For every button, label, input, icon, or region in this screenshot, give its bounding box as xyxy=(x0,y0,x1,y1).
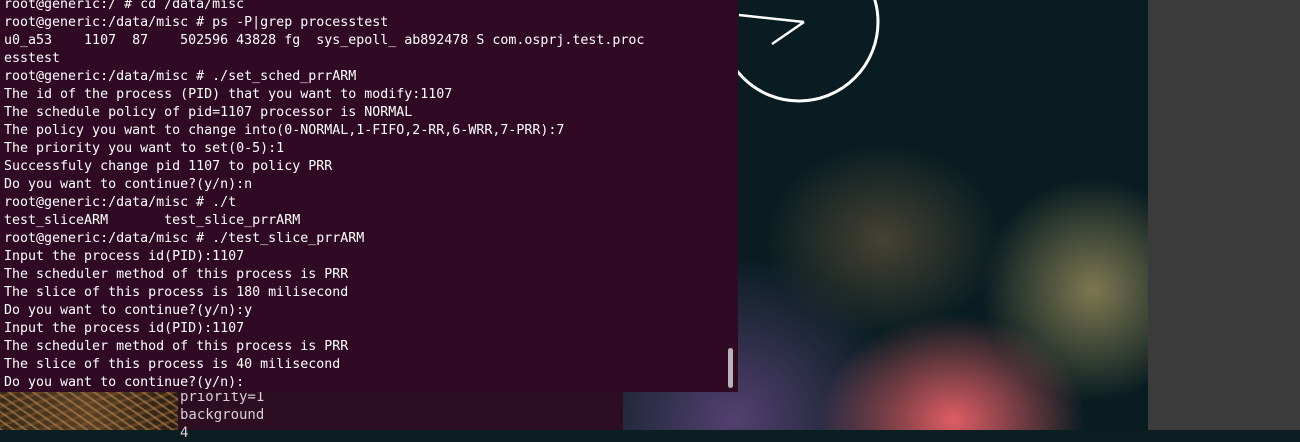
side-panel xyxy=(1148,0,1300,430)
background-terminal-window[interactable]: priority=1 background 4 xyxy=(0,389,623,441)
terminal-line: u0_a53 1107 87 502596 43828 fg sys_epoll… xyxy=(4,33,645,48)
terminal-line: test_sliceARM test_slice_prrARM xyxy=(4,213,301,228)
background-line: background xyxy=(180,407,265,423)
terminal-line: esstest xyxy=(4,51,61,66)
terminal-line: Do you want to continue?(y/n):y xyxy=(4,303,253,318)
terminal-line: Successfuly change pid 1107 to policy PR… xyxy=(4,159,333,174)
terminal-line: root@generic:/ # cd /data/misc xyxy=(4,0,245,12)
terminal-line: root@generic:/data/misc # ./set_sched_pr… xyxy=(4,69,357,84)
terminal-line: The slice of this process is 40 miliseco… xyxy=(4,357,341,372)
terminal-line: Input the process id(PID):1107 xyxy=(4,249,245,264)
terminal-scrollbar[interactable] xyxy=(724,0,738,392)
terminal-line: root@generic:/data/misc # ps -P|grep pro… xyxy=(4,15,389,30)
terminal-line: The slice of this process is 180 milisec… xyxy=(4,285,349,300)
terminal-line: The id of the process (PID) that you wan… xyxy=(4,87,453,102)
terminal-line: Do you want to continue?(y/n):n xyxy=(4,177,253,192)
scrollbar-thumb[interactable] xyxy=(728,348,733,388)
background-line: 4 xyxy=(180,425,189,441)
terminal-window[interactable]: root@generic:/ # cd /data/misc root@gener… xyxy=(0,0,738,392)
terminal-line: Input the process id(PID):1107 xyxy=(4,321,245,336)
background-terminal-output: priority=1 background 4 xyxy=(180,389,265,442)
terminal-line: The scheduler method of this process is … xyxy=(4,267,349,282)
terminal-line: The priority you want to set(0-5):1 xyxy=(4,141,285,156)
terminal-line: The policy you want to change into(0-NOR… xyxy=(4,123,565,138)
terminal-line: root@generic:/data/misc # ./test_slice_p… xyxy=(4,231,365,246)
photo-thumbnail xyxy=(0,392,178,430)
terminal-prompt-line[interactable]: Do you want to continue?(y/n): xyxy=(4,374,644,392)
terminal-line: The scheduler method of this process is … xyxy=(4,339,349,354)
terminal-line: root@generic:/data/misc # ./t xyxy=(4,195,237,210)
terminal-output[interactable]: root@generic:/ # cd /data/misc root@gener… xyxy=(0,0,644,392)
terminal-line: The schedule policy of pid=1107 processo… xyxy=(4,105,413,120)
